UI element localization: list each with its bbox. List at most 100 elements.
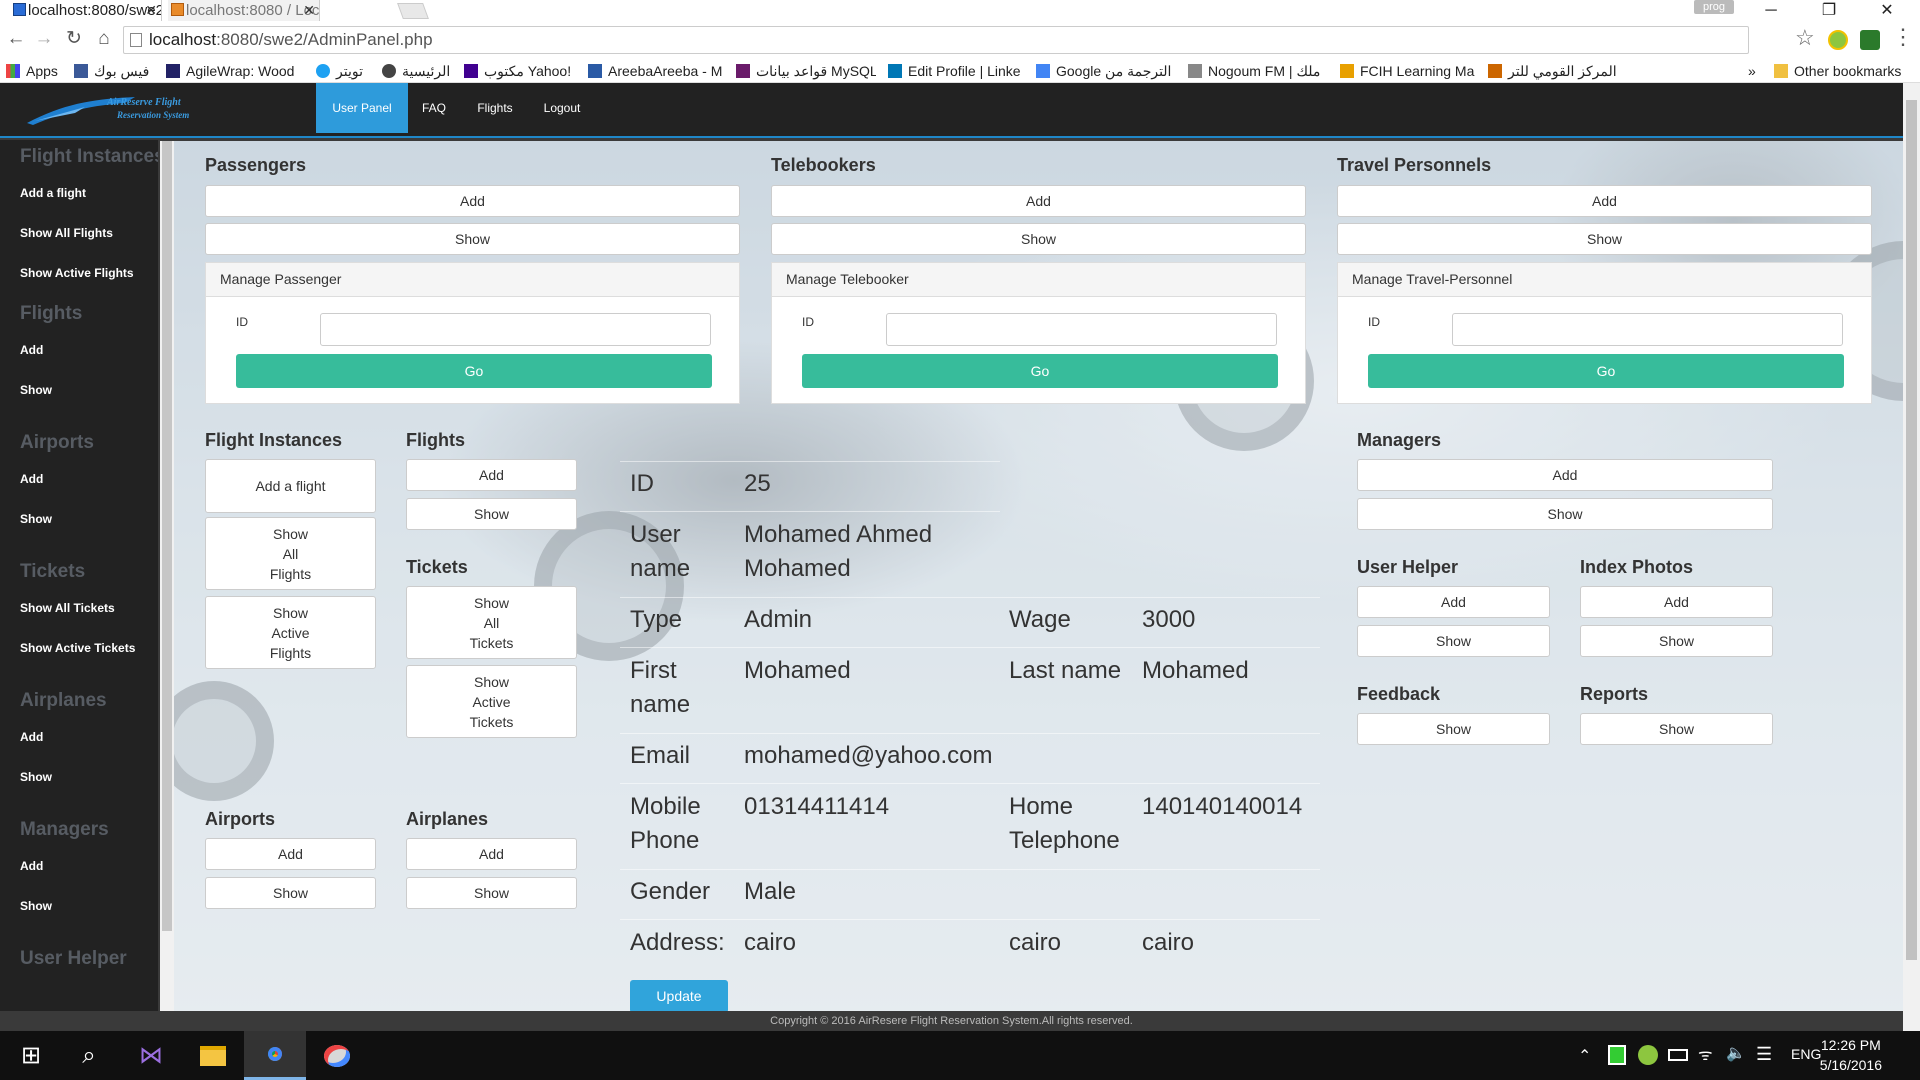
sidebar-item-show-all-flights[interactable]: Show All Flights [20,226,113,240]
sidebar-item-airports-show[interactable]: Show [20,512,52,526]
passenger-id-input[interactable] [320,313,711,346]
bookmark-areeba[interactable]: AreebaAreeba - M [588,59,724,83]
url-text[interactable]: localhost:8080/swe2/AdminPanel.php [149,30,433,50]
bookmark-home-ar[interactable]: الرئيسية [382,59,458,83]
bookmark-star-icon[interactable]: ☆ [1795,25,1815,51]
bookmark-twitter[interactable]: تويتر [316,59,376,83]
index-photos-show-button[interactable]: Show [1580,625,1773,657]
minimize-icon[interactable]: ─ [1748,0,1794,21]
sidebar-item-flights-add[interactable]: Add [20,343,43,357]
nav-user-panel[interactable]: User Panel [316,83,408,133]
page-scrollbar-thumb[interactable] [1906,100,1917,960]
address-bar[interactable]: localhost:8080/swe2/AdminPanel.php [123,26,1749,54]
tab-close-icon[interactable]: ✕ [145,0,157,21]
sidebar-item-add-flight[interactable]: Add a flight [20,186,86,200]
passengers-add-button[interactable]: Add [205,185,740,217]
sidebar-item-show-active-flights[interactable]: Show Active Flights [20,266,134,280]
taskbar-clock[interactable]: 12:26 PM 5/16/2016 [1820,1035,1882,1075]
sidebar-item-show-all-tickets[interactable]: Show All Tickets [20,601,115,615]
bookmark-facebook[interactable]: فيس بوك [74,59,154,83]
action-center-icon[interactable]: ☰ [1756,1044,1772,1065]
bookmark-agilewrap[interactable]: AgileWrap: Wood [166,59,302,83]
travel-personnel-go-button[interactable]: Go [1368,354,1844,388]
show-active-flights-button[interactable]: Show Active Flights [205,596,376,669]
nav-faq[interactable]: FAQ [414,83,454,133]
index-photos-add-button[interactable]: Add [1580,586,1773,618]
other-bookmarks[interactable]: Other bookmarks [1774,59,1920,83]
flights-show-button[interactable]: Show [406,498,577,530]
restore-icon[interactable]: ❐ [1806,0,1852,21]
add-flight-instance-button[interactable]: Add a flight [205,459,376,513]
search-icon[interactable]: ⌕ [58,1031,120,1080]
sidebar-item-flights-show[interactable]: Show [20,383,52,397]
telebookers-add-button[interactable]: Add [771,185,1306,217]
reports-show-button[interactable]: Show [1580,713,1773,745]
reload-icon[interactable]: ↻ [62,27,86,51]
nav-logout[interactable]: Logout [532,83,592,133]
sidebar-item-managers-add[interactable]: Add [20,859,43,873]
close-window-icon[interactable]: ✕ [1864,0,1910,21]
language-indicator[interactable]: ENG [1791,1046,1821,1062]
telebookers-show-button[interactable]: Show [771,223,1306,255]
nav-flights[interactable]: Flights [468,83,522,133]
sidebar-scrollbar-thumb[interactable] [162,141,172,931]
tray-extension-icon[interactable] [1638,1045,1658,1065]
paint-icon[interactable] [306,1031,368,1080]
bookmark-fcih[interactable]: FCIH Learning Ma [1340,59,1476,83]
wifi-icon[interactable]: ᯤ [1698,1043,1713,1065]
menu-icon[interactable]: ⋮ [1892,24,1914,50]
show-all-tickets-button[interactable]: Show All Tickets [406,586,577,659]
user-helper-add-button[interactable]: Add [1357,586,1550,618]
airports-add-button[interactable]: Add [205,838,376,870]
file-explorer-icon[interactable] [182,1031,244,1080]
battery-icon[interactable] [1668,1049,1688,1061]
sidebar-item-airplanes-show[interactable]: Show [20,770,52,784]
passenger-go-button[interactable]: Go [236,354,712,388]
show-all-flights-button[interactable]: Show All Flights [205,517,376,590]
new-tab-button[interactable] [397,3,429,19]
site-logo[interactable]: AirReserve Flight Reservation System [25,93,210,129]
travel-personnels-add-button[interactable]: Add [1337,185,1872,217]
extension-download-icon[interactable] [1860,30,1880,50]
sidebar-item-airplanes-add[interactable]: Add [20,730,43,744]
tab-phpmyadmin[interactable]: localhost:8080 / Loc ✕ [168,0,320,21]
feedback-show-button[interactable]: Show [1357,713,1550,745]
bookmark-nogoum[interactable]: Nogoum FM | ملك [1188,59,1324,83]
chrome-icon[interactable] [244,1031,306,1080]
extension-icon[interactable] [1828,30,1848,50]
sidebar-item-show-active-tickets[interactable]: Show Active Tickets [20,641,135,655]
bookmark-translation-center[interactable]: المركز القومي للتر [1488,59,1628,83]
user-helper-show-button[interactable]: Show [1357,625,1550,657]
tab-admin-panel[interactable]: localhost:8080/swe2/ ✕ [10,0,162,21]
tray-app-icon[interactable] [1608,1045,1626,1065]
telebooker-go-button[interactable]: Go [802,354,1278,388]
home-icon[interactable]: ⌂ [92,27,116,51]
bookmark-google-translate[interactable]: Google الترجمة من [1036,59,1176,83]
windows-start-icon[interactable]: ⊞ [0,1031,62,1080]
back-icon[interactable]: ← [4,27,28,51]
airplanes-add-button[interactable]: Add [406,838,577,870]
volume-icon[interactable]: 🔈 [1726,1043,1746,1063]
bookmark-apps[interactable]: Apps [6,59,66,83]
bookmark-yahoo[interactable]: مكتوب Yahoo! [464,59,576,83]
bookmarks-overflow[interactable]: » [1748,59,1760,83]
bookmark-mysql[interactable]: قواعد بيانات MySQL [736,59,876,83]
visual-studio-icon[interactable]: ⋈ [120,1031,182,1080]
profile-badge[interactable]: prog [1694,0,1734,14]
sidebar-item-airports-add[interactable]: Add [20,472,43,486]
managers-add-button[interactable]: Add [1357,459,1773,491]
bookmark-linkedin[interactable]: Edit Profile | Linke [888,59,1024,83]
travel-personnels-show-button[interactable]: Show [1337,223,1872,255]
telebooker-id-input[interactable] [886,313,1277,346]
flights-add-button[interactable]: Add [406,459,577,491]
tab-close-icon[interactable]: ✕ [303,0,315,21]
show-hidden-icons-icon[interactable]: ⌃ [1578,1046,1591,1066]
update-button[interactable]: Update [630,980,728,1013]
show-active-tickets-button[interactable]: Show Active Tickets [406,665,577,738]
sidebar-item-managers-show[interactable]: Show [20,899,52,913]
travel-personnel-id-input[interactable] [1452,313,1843,346]
forward-icon[interactable]: → [32,27,56,51]
managers-show-button[interactable]: Show [1357,498,1773,530]
airplanes-show-button[interactable]: Show [406,877,577,909]
passengers-show-button[interactable]: Show [205,223,740,255]
